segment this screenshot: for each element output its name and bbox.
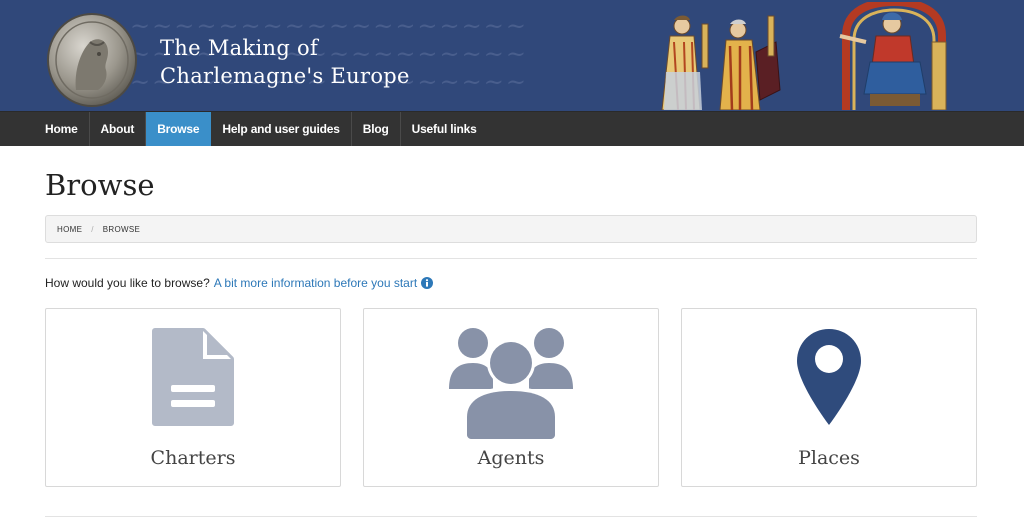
divider-bottom [45, 516, 977, 517]
breadcrumb-separator: / [91, 224, 94, 234]
site-banner: ~~~~~~~~~~~~~~~~~~~~ ~~~~~~~~~~~~~~~~~~~~… [0, 0, 1024, 111]
nav-item-blog[interactable]: Blog [352, 112, 401, 146]
site-title[interactable]: The Making of Charlemagne's Europe [160, 34, 410, 90]
breadcrumb: HOME / BROWSE [45, 215, 977, 243]
nav-item-home[interactable]: Home [34, 112, 90, 146]
nav-item-browse[interactable]: Browse [146, 112, 212, 146]
browse-card-label: Places [798, 447, 860, 469]
document-icon [152, 328, 234, 426]
coin-icon[interactable] [46, 12, 138, 108]
browse-card-label: Agents [477, 447, 545, 469]
users-icon [449, 328, 573, 439]
nav-item-help-and-user-guides[interactable]: Help and user guides [211, 112, 352, 146]
manuscript-figure-right [839, 2, 947, 110]
browse-card-agents[interactable]: Agents [363, 308, 659, 487]
breadcrumb-home-link[interactable]: HOME [57, 225, 82, 234]
manuscript-figures-left [661, 15, 781, 110]
site-title-line1: The Making of [160, 36, 319, 60]
browse-intro-question: How would you like to browse? [45, 276, 210, 290]
site-title-line2: Charlemagne's Europe [160, 64, 410, 88]
more-information-link[interactable]: A bit more information before you start [214, 276, 417, 290]
browse-card-charters[interactable]: Charters [45, 308, 341, 487]
info-circle-icon[interactable] [421, 277, 434, 289]
browse-card-label: Charters [150, 447, 236, 469]
map-marker-icon [797, 329, 861, 425]
nav-item-about[interactable]: About [90, 112, 147, 146]
divider-top [45, 258, 977, 259]
breadcrumb-current: BROWSE [102, 224, 141, 234]
browse-intro: How would you like to browse? A bit more… [45, 276, 434, 290]
browse-card-places[interactable]: Places [681, 308, 977, 487]
nav-item-useful-links[interactable]: Useful links [401, 112, 488, 146]
page-title: Browse [45, 168, 155, 202]
main-navbar: Home About Browse Help and user guides B… [0, 111, 1024, 146]
nav-list: Home About Browse Help and user guides B… [34, 112, 1024, 146]
